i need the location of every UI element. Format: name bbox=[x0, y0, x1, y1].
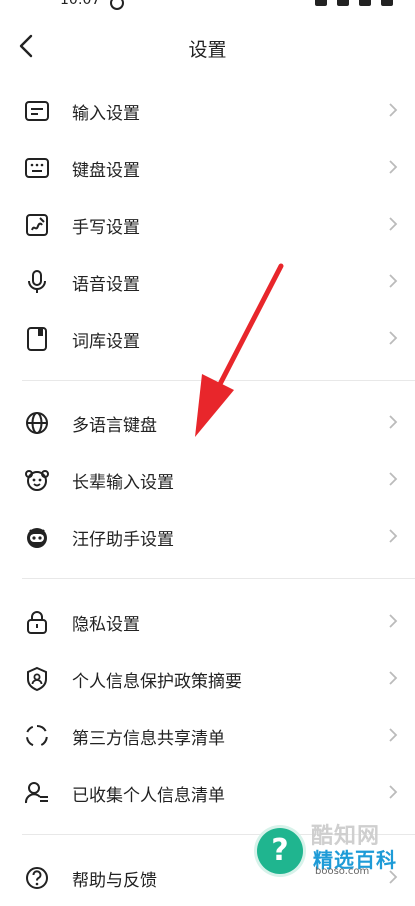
signal-icon bbox=[337, 0, 349, 6]
group-divider bbox=[22, 380, 415, 381]
status-bar: 10:07 bbox=[0, 0, 415, 12]
chevron-right-icon bbox=[387, 612, 399, 630]
settings-item-voice[interactable]: 语音设置 bbox=[0, 253, 415, 310]
chevron-right-icon bbox=[387, 669, 399, 687]
settings-item-input[interactable]: 输入设置 bbox=[0, 82, 415, 139]
settings-item-keyboard[interactable]: 键盘设置 bbox=[0, 139, 415, 196]
dictionary-icon bbox=[24, 326, 50, 352]
battery-icon bbox=[381, 0, 393, 6]
header-bar: 设置 bbox=[0, 18, 415, 76]
settings-item-label: 汪仔助手设置 bbox=[72, 530, 174, 550]
mascot-icon bbox=[24, 524, 50, 550]
site-watermark: ? 酷知网 精选百科 booso.com bbox=[255, 818, 415, 877]
settings-item-label: 语音设置 bbox=[72, 275, 140, 295]
chevron-right-icon bbox=[387, 329, 399, 347]
shield-user-icon bbox=[24, 666, 50, 692]
chevron-right-icon bbox=[387, 726, 399, 744]
alarm-icon bbox=[315, 0, 327, 6]
wifi-icon bbox=[359, 0, 371, 6]
lock-icon bbox=[24, 609, 50, 635]
watermark-url: booso.com bbox=[315, 866, 370, 877]
settings-item-privacy[interactable]: 隐私设置 bbox=[0, 593, 415, 650]
status-notification-icon bbox=[110, 0, 124, 10]
question-badge-icon: ? bbox=[257, 828, 303, 874]
elder-face-icon bbox=[24, 467, 50, 493]
settings-item-label: 帮助与反馈 bbox=[72, 871, 157, 891]
settings-item-label: 长辈输入设置 bbox=[72, 473, 174, 493]
settings-item-handwriting[interactable]: 手写设置 bbox=[0, 196, 415, 253]
chevron-right-icon bbox=[387, 101, 399, 119]
settings-item-privacy-policy[interactable]: 个人信息保护政策摘要 bbox=[0, 650, 415, 707]
settings-item-label: 多语言键盘 bbox=[72, 416, 157, 436]
settings-item-label: 已收集个人信息清单 bbox=[72, 786, 225, 806]
group-divider bbox=[22, 578, 415, 579]
microphone-icon bbox=[24, 269, 50, 295]
settings-item-label: 个人信息保护政策摘要 bbox=[72, 672, 242, 692]
page-title: 设置 bbox=[188, 39, 227, 61]
settings-item-third-party[interactable]: 第三方信息共享清单 bbox=[0, 707, 415, 764]
settings-item-label: 第三方信息共享清单 bbox=[72, 729, 225, 749]
settings-item-label: 词库设置 bbox=[72, 332, 140, 352]
settings-item-elder-input[interactable]: 长辈输入设置 bbox=[0, 451, 415, 508]
handwriting-icon bbox=[24, 212, 50, 238]
settings-item-multilang[interactable]: 多语言键盘 bbox=[0, 394, 415, 451]
status-time: 10:07 bbox=[60, 0, 101, 8]
user-list-icon bbox=[24, 780, 50, 806]
keyboard-icon bbox=[24, 155, 50, 181]
chevron-right-icon bbox=[387, 413, 399, 431]
settings-item-dictionary[interactable]: 词库设置 bbox=[0, 310, 415, 367]
input-settings-icon bbox=[24, 98, 50, 124]
share-circle-icon bbox=[24, 723, 50, 749]
settings-item-assistant[interactable]: 汪仔助手设置 bbox=[0, 508, 415, 565]
settings-item-label: 手写设置 bbox=[72, 218, 140, 238]
chevron-right-icon bbox=[387, 527, 399, 545]
chevron-right-icon bbox=[387, 272, 399, 290]
settings-item-label: 键盘设置 bbox=[72, 161, 140, 181]
chevron-right-icon bbox=[387, 215, 399, 233]
chevron-right-icon bbox=[387, 783, 399, 801]
settings-item-label: 隐私设置 bbox=[72, 615, 140, 635]
settings-item-collected-info[interactable]: 已收集个人信息清单 bbox=[0, 764, 415, 821]
globe-icon bbox=[24, 410, 50, 436]
help-icon bbox=[24, 865, 50, 891]
settings-item-label: 输入设置 bbox=[72, 104, 140, 124]
status-icons bbox=[315, 0, 393, 6]
chevron-right-icon bbox=[387, 470, 399, 488]
chevron-right-icon bbox=[387, 158, 399, 176]
